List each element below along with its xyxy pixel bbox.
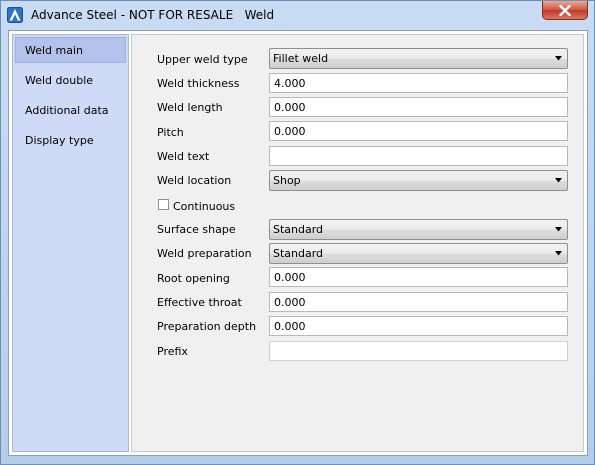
weld-thickness-field[interactable]: 4.000	[269, 73, 568, 93]
chevron-down-icon	[555, 178, 562, 183]
weld-location-label: Weld location	[157, 174, 232, 187]
chevron-down-icon	[555, 227, 562, 232]
sidebar-item-label: Display type	[25, 134, 94, 147]
weld-location-select[interactable]: Shop	[269, 170, 568, 191]
close-button[interactable]	[542, 1, 588, 20]
upper-weld-type-select[interactable]: Fillet weld	[269, 48, 568, 69]
weld-length-field[interactable]: 0.000	[269, 97, 568, 117]
close-icon	[559, 5, 571, 16]
surface-shape-label: Surface shape	[157, 223, 236, 236]
weld-text-field[interactable]	[269, 146, 568, 166]
weld-text-label: Weld text	[157, 150, 210, 163]
prefix-field[interactable]	[269, 341, 568, 361]
dialog-window: Advance Steel - NOT FOR RESALE Weld Weld…	[0, 0, 595, 465]
weld-preparation-select[interactable]: Standard	[269, 243, 568, 264]
title-bar[interactable]: Advance Steel - NOT FOR RESALE Weld	[1, 1, 594, 31]
preparation-depth-label: Preparation depth	[157, 320, 257, 333]
prefix-label: Prefix	[157, 345, 188, 358]
continuous-checkbox[interactable]	[158, 199, 169, 210]
window-title: Advance Steel - NOT FOR RESALE Weld	[31, 8, 275, 22]
sidebar-item-label: Weld main	[25, 44, 84, 57]
dialog-client-area: Weld main Weld double Additional data Di…	[8, 30, 588, 456]
advance-steel-icon	[7, 7, 23, 23]
surface-shape-select[interactable]: Standard	[269, 219, 568, 240]
pitch-label: Pitch	[157, 126, 184, 139]
weld-location-value: Shop	[273, 174, 301, 187]
sidebar-item-weld-main[interactable]: Weld main	[15, 37, 126, 63]
surface-shape-value: Standard	[273, 223, 324, 236]
weld-thickness-label: Weld thickness	[157, 77, 240, 90]
sidebar-item-label: Additional data	[25, 104, 109, 117]
sidebar-item-weld-double[interactable]: Weld double	[15, 67, 126, 93]
upper-weld-type-label: Upper weld type	[157, 53, 248, 66]
effective-throat-field[interactable]: 0.000	[269, 292, 568, 312]
continuous-label: Continuous	[173, 200, 236, 213]
chevron-down-icon	[555, 251, 562, 256]
effective-throat-label: Effective throat	[157, 296, 242, 309]
chevron-down-icon	[555, 56, 562, 61]
sidebar-item-additional-data[interactable]: Additional data	[15, 97, 126, 123]
sidebar-item-display-type[interactable]: Display type	[15, 127, 126, 153]
weld-preparation-value: Standard	[273, 247, 324, 260]
preparation-depth-field[interactable]: 0.000	[269, 316, 568, 336]
weld-preparation-label: Weld preparation	[157, 247, 252, 260]
upper-weld-type-value: Fillet weld	[273, 52, 329, 65]
sidebar-item-label: Weld double	[25, 74, 94, 87]
properties-panel: Upper weld type Fillet weld Weld thickne…	[131, 34, 584, 452]
pitch-field[interactable]: 0.000	[269, 121, 568, 141]
sidebar: Weld main Weld double Additional data Di…	[12, 34, 129, 452]
weld-length-label: Weld length	[157, 101, 223, 114]
root-opening-label: Root opening	[157, 272, 230, 285]
root-opening-field[interactable]: 0.000	[269, 267, 568, 287]
